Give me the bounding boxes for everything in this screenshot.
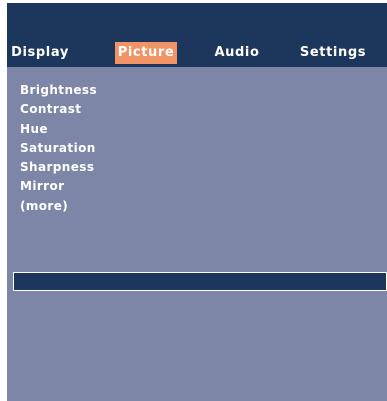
tab-audio[interactable]: Audio: [206, 42, 268, 64]
picture-menu-list: Brightness Contrast Hue Saturation Sharp…: [20, 81, 97, 216]
menu-item-brightness[interactable]: Brightness: [20, 81, 97, 100]
menu-item-saturation[interactable]: Saturation: [20, 139, 97, 158]
menu-item-more[interactable]: (more): [20, 197, 97, 216]
tab-display[interactable]: Display: [9, 42, 71, 64]
menu-item-contrast[interactable]: Contrast: [20, 100, 97, 119]
tab-bar: Display Picture Audio Settings: [7, 3, 387, 67]
osd-menu-panel: Display Picture Audio Settings Brightnes…: [7, 3, 387, 401]
value-bar[interactable]: [13, 272, 387, 291]
menu-item-hue[interactable]: Hue: [20, 120, 97, 139]
tab-picture[interactable]: Picture: [115, 42, 177, 64]
menu-item-sharpness[interactable]: Sharpness: [20, 158, 97, 177]
menu-item-mirror[interactable]: Mirror: [20, 177, 97, 196]
tab-settings[interactable]: Settings: [295, 42, 371, 64]
